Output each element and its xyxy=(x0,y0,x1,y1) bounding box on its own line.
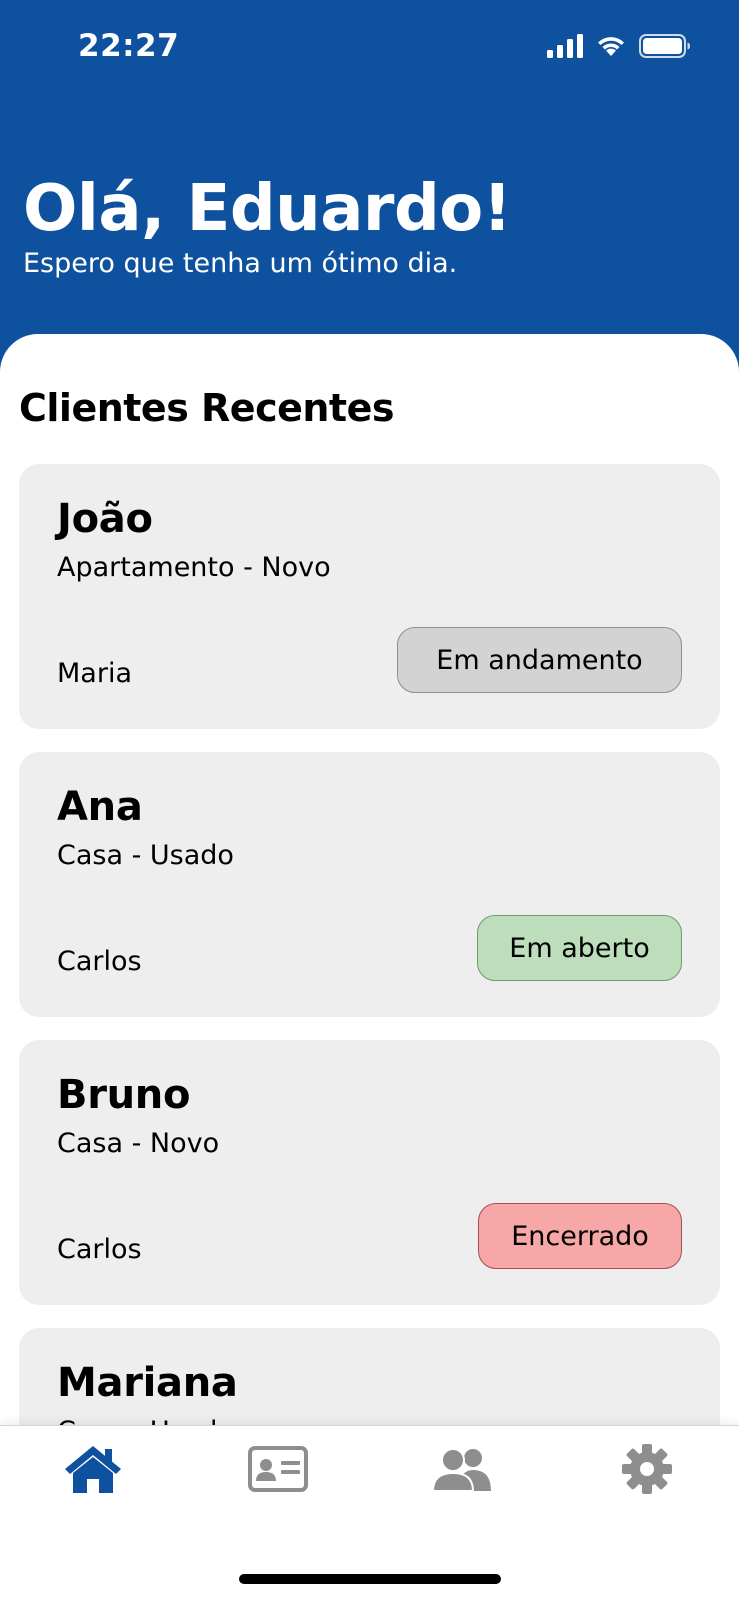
status-time: 22:27 xyxy=(78,28,180,64)
nav-settings[interactable] xyxy=(607,1434,687,1504)
client-agent: Maria xyxy=(57,658,132,689)
battery-icon xyxy=(639,34,690,58)
nav-home[interactable] xyxy=(53,1434,133,1504)
client-name: João xyxy=(57,496,153,542)
id-card-icon xyxy=(248,1446,308,1492)
client-agent: Carlos xyxy=(57,1234,142,1265)
client-agent: Carlos xyxy=(57,946,142,977)
client-property: Casa - Novo xyxy=(57,1128,220,1159)
client-card[interactable]: Ana Casa - Usado Carlos Em aberto xyxy=(19,752,720,1017)
client-property: Apartamento - Novo xyxy=(57,552,331,583)
client-property: Casa - Usado xyxy=(57,840,234,871)
users-icon xyxy=(431,1448,491,1492)
client-name: Ana xyxy=(57,784,143,830)
nav-team[interactable] xyxy=(422,1434,502,1504)
status-badge: Em andamento xyxy=(397,627,682,693)
status-badge: Encerrado xyxy=(478,1203,682,1269)
greeting-title: Olá, Eduardo! xyxy=(23,172,512,246)
section-title: Clientes Recentes xyxy=(19,386,395,430)
home-indicator xyxy=(239,1574,501,1584)
cellular-signal-icon xyxy=(547,34,583,58)
header: 22:27 Olá, Eduardo! Espero que tenha um … xyxy=(0,0,739,380)
client-card[interactable]: João Apartamento - Novo Maria Em andamen… xyxy=(19,464,720,729)
nav-clients[interactable] xyxy=(238,1434,318,1504)
greeting-subtitle: Espero que tenha um ótimo dia. xyxy=(23,248,458,279)
client-card[interactable]: Bruno Casa - Novo Carlos Encerrado xyxy=(19,1040,720,1305)
status-icons xyxy=(547,34,691,58)
client-name: Bruno xyxy=(57,1072,191,1118)
client-name: Mariana xyxy=(57,1360,238,1406)
status-badge: Em aberto xyxy=(477,915,682,981)
wifi-icon xyxy=(598,37,624,56)
home-icon xyxy=(65,1446,121,1493)
gear-icon xyxy=(622,1444,672,1494)
